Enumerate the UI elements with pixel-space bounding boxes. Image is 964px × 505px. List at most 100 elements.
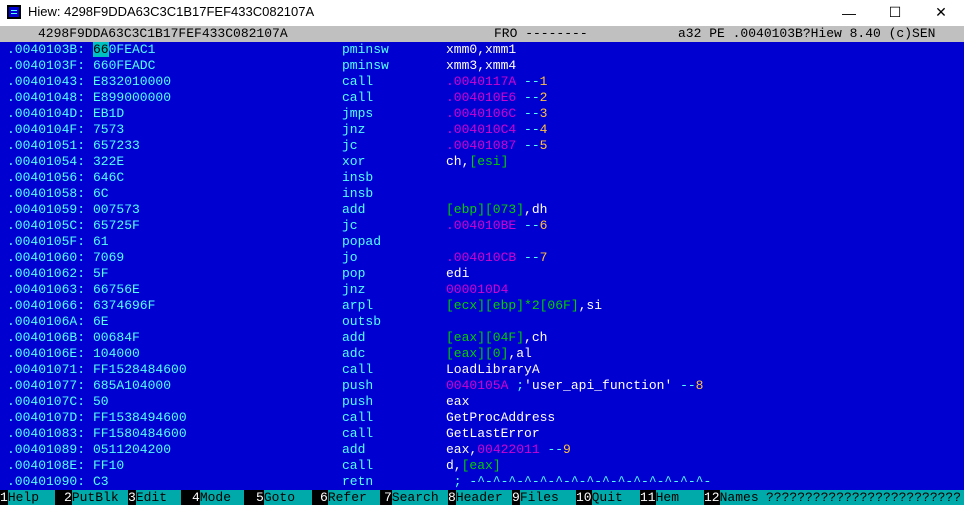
disasm-row[interactable]: .00401060: 7069 jo .004010CB --7	[0, 250, 964, 266]
fkey-label: Header	[455, 490, 519, 505]
disasm-row[interactable]: .00401089: 0511204200 add eax,00422011 --9	[0, 442, 964, 458]
row-operands: 0040105A ;'user_api_function' --8	[446, 378, 703, 394]
disasm-row[interactable]: .00401083: FF1580484600 call GetLastError	[0, 426, 964, 442]
disasm-row[interactable]: .0040105F: 61 popad	[0, 234, 964, 250]
operand-text: --	[516, 122, 540, 137]
disasm-row[interactable]: .00401056: 646C insb	[0, 170, 964, 186]
row-address: .0040108E:	[7, 458, 86, 473]
fkey-files[interactable]: 9Files	[512, 490, 576, 505]
row-bytes: EB1D	[93, 106, 125, 121]
row-mnemonic: jc	[342, 218, 358, 233]
close-button[interactable]: ✕	[918, 0, 964, 25]
row-mnemonic: push	[342, 394, 374, 409]
disasm-row[interactable]: .00401062: 5F pop edi	[0, 266, 964, 282]
row-address: .0040103B:	[7, 42, 86, 57]
disasm-row[interactable]: .0040106B: 00684F add [eax][04F],ch	[0, 330, 964, 346]
target-address[interactable]: .004010E6	[446, 90, 516, 105]
disasm-row[interactable]: .0040106A: 6E outsb	[0, 314, 964, 330]
fkey-quit[interactable]: 10Quit	[576, 490, 642, 505]
disassembly-view[interactable]: .0040103B: 660FEAC1 pminsw xmm0,xmm1.004010…	[0, 42, 964, 490]
target-address[interactable]: .004010C4	[446, 122, 516, 137]
fkey-hem[interactable]: 11Hem	[640, 490, 709, 505]
row-operands: xmm3,xmm4	[446, 58, 516, 74]
disasm-row[interactable]: .0040108E: FF10 call d,[eax]	[0, 458, 964, 474]
fkey-edit[interactable]: 3Edit	[128, 490, 181, 505]
jump-ref-marker[interactable]: 4	[540, 122, 548, 137]
jump-ref-marker[interactable]: 2	[540, 90, 548, 105]
fkey-help[interactable]: 1Help	[0, 490, 55, 505]
row-bytes: 685A104000	[93, 378, 172, 393]
row-address: .00401051:	[7, 138, 86, 153]
fkey-number: 9	[512, 490, 520, 505]
fkey-number: 1	[0, 490, 8, 505]
target-address[interactable]: .004010BE	[446, 218, 516, 233]
operand-text: --	[516, 138, 540, 153]
operand-text: --	[539, 442, 564, 457]
disasm-row[interactable]: .00401077: 685A104000 push 0040105A ;'user_…	[0, 378, 964, 394]
hiew-app-icon	[7, 5, 21, 19]
fkey-refer[interactable]: 6Refer	[320, 490, 380, 505]
target-address[interactable]: 0040105A	[446, 378, 508, 393]
target-address[interactable]: .0040106C	[446, 106, 516, 121]
disasm-row[interactable]: .00401059: 007573 add [ebp][073],dh	[0, 202, 964, 218]
disasm-row[interactable]: .0040107D: FF1538494600 call GetProcAddress	[0, 410, 964, 426]
disasm-row[interactable]: .0040104D: EB1D jmps .0040106C --3	[0, 106, 964, 122]
fkey-goto[interactable]: 5Goto	[256, 490, 312, 505]
disasm-row[interactable]: .00401051: 657233 jc .00401087 --5	[0, 138, 964, 154]
row-operands: LoadLibraryA	[446, 362, 540, 378]
fkey-header[interactable]: 8Header	[448, 490, 519, 505]
row-mnemonic: pminsw	[342, 42, 389, 57]
maximize-button[interactable]: ☐	[872, 0, 918, 25]
jump-ref-marker[interactable]: 3	[540, 106, 548, 121]
jump-ref-marker[interactable]: 9	[563, 442, 571, 457]
fkey-mode[interactable]: 4Mode	[192, 490, 244, 505]
row-address: .0040106B:	[7, 330, 86, 345]
row-address: .0040105C:	[7, 218, 86, 233]
hiew-status-bar: 4298F9DDA63C3C1B17FEF433C082107A FRO ---…	[0, 26, 964, 42]
fkey-putblk[interactable]: 2PutBlk	[64, 490, 130, 505]
row-address: .0040107C:	[7, 394, 86, 409]
disasm-row[interactable]: .00401054: 322E xor ch,[esi]	[0, 154, 964, 170]
disasm-row[interactable]: .00401090: C3 retn ; -^-^-^-^-^-^-^-^-^-^-…	[0, 474, 964, 490]
disasm-row[interactable]: .0040107C: 50 push eax	[0, 394, 964, 410]
disasm-row[interactable]: .00401066: 6374696F arpl [ecx][ebp]*2[06F],…	[0, 298, 964, 314]
disasm-row[interactable]: .0040104F: 7573 jnz .004010C4 --4	[0, 122, 964, 138]
row-address: .00401048:	[7, 90, 86, 105]
operand-text: LoadLibraryA	[446, 362, 540, 377]
row-mnemonic: jmps	[342, 106, 374, 121]
disasm-row[interactable]: .0040105C: 65725F jc .004010BE --6	[0, 218, 964, 234]
disasm-row[interactable]: .00401048: E899000000 call .004010E6 --2	[0, 90, 964, 106]
jump-ref-marker[interactable]: 5	[540, 138, 548, 153]
jump-ref-marker[interactable]: 7	[540, 250, 548, 265]
disasm-row[interactable]: .0040106E: 104000 adc [eax][0],al	[0, 346, 964, 362]
target-address[interactable]: .0040117A	[446, 74, 516, 89]
minimize-button[interactable]: —	[826, 0, 872, 25]
row-operands: ; -^-^-^-^-^-^-^-^-^-^-^-^-^-^-^-	[446, 474, 711, 490]
disasm-row[interactable]: .00401063: 66756E jnz 000010D4	[0, 282, 964, 298]
disasm-row[interactable]: .00401043: E832010000 call .0040117A --1	[0, 74, 964, 90]
jump-ref-marker[interactable]: 1	[540, 74, 548, 89]
target-address[interactable]: .00401087	[446, 138, 516, 153]
row-bytes: C3	[93, 474, 109, 489]
row-bytes: FF1580484600	[93, 426, 187, 441]
row-address: .00401058:	[7, 186, 86, 201]
target-address[interactable]: 00422011	[477, 442, 539, 457]
target-address[interactable]: .004010CB	[446, 250, 516, 265]
operand-text: --	[516, 90, 540, 105]
target-address[interactable]: 000010D4	[446, 282, 508, 297]
row-mnemonic: add	[342, 202, 366, 217]
row-bytes: E832010000	[93, 74, 172, 89]
fkey-search[interactable]: 7Search	[384, 490, 450, 505]
disasm-row[interactable]: .0040103B: 660FEAC1 pminsw xmm0,xmm1	[0, 42, 964, 58]
row-address: .00401066:	[7, 298, 86, 313]
row-mnemonic: arpl	[342, 298, 374, 313]
row-mnemonic: insb	[342, 170, 374, 185]
jump-ref-marker[interactable]: 8	[696, 378, 704, 393]
disasm-row[interactable]: .00401058: 6C insb	[0, 186, 964, 202]
jump-ref-marker[interactable]: 6	[540, 218, 548, 233]
status-mode: FRO --------	[494, 26, 588, 41]
disasm-row[interactable]: .00401071: FF1528484600 call LoadLibraryA	[0, 362, 964, 378]
disasm-row[interactable]: .0040103F: 660FEADC pminsw xmm3,xmm4	[0, 58, 964, 74]
row-operands: [ebp][073],dh	[446, 202, 547, 218]
row-mnemonic: insb	[342, 186, 374, 201]
